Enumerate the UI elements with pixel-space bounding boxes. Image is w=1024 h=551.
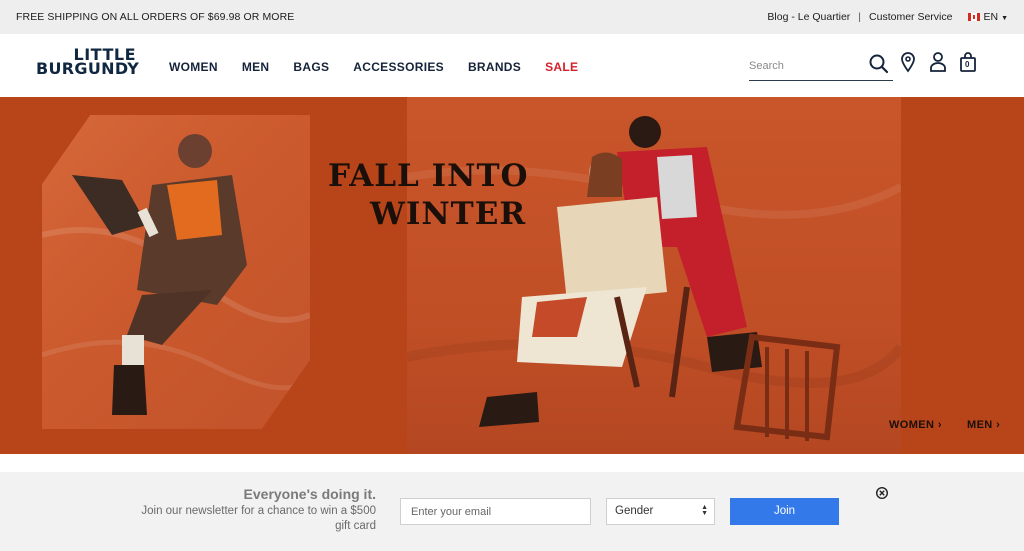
male-model-illustration bbox=[42, 134, 310, 415]
chevron-right-icon: › bbox=[996, 419, 1001, 431]
free-shipping-message: FREE SHIPPING ON ALL ORDERS OF $69.98 OR… bbox=[16, 11, 295, 23]
headline-line-2: WINTER bbox=[370, 196, 527, 232]
main-header: LITTLE BURGUNDY WOMEN MEN BAGS ACCESSORI… bbox=[0, 34, 1024, 97]
language-selector[interactable]: EN ▼ bbox=[968, 11, 1008, 23]
shop-men-label: MEN bbox=[967, 419, 993, 431]
hero-photo-right bbox=[406, 97, 906, 454]
shop-women-label: WOMEN bbox=[889, 419, 935, 431]
nav-item-brands[interactable]: BRANDS bbox=[468, 60, 521, 74]
newsletter-description: Join our newsletter for a chance to win … bbox=[141, 505, 376, 532]
nav-item-bags[interactable]: BAGS bbox=[293, 60, 329, 74]
nav-item-sale[interactable]: SALE bbox=[545, 60, 578, 74]
top-bar-separator: | bbox=[858, 11, 862, 23]
shop-women-link[interactable]: WOMEN › bbox=[889, 419, 942, 431]
hero-banner[interactable]: FALL INTO WINTER WOMEN › MEN › bbox=[0, 97, 1024, 454]
location-pin-icon[interactable] bbox=[898, 51, 918, 73]
newsletter-title: Everyone's doing it. bbox=[243, 486, 376, 502]
header-icons: 0 bbox=[898, 51, 978, 73]
nav-item-men[interactable]: MEN bbox=[242, 60, 270, 74]
newsletter-bar: Everyone's doing it. Join our newsletter… bbox=[0, 472, 1024, 551]
logo-line-2: BURGUNDY bbox=[36, 59, 140, 78]
join-button[interactable]: Join bbox=[730, 498, 839, 525]
canada-flag-icon bbox=[968, 13, 981, 22]
hero-photo-left bbox=[42, 115, 310, 429]
blog-link[interactable]: Blog - Le Quartier bbox=[767, 11, 850, 23]
cart-count: 0 bbox=[965, 60, 970, 69]
brand-logo[interactable]: LITTLE BURGUNDY bbox=[36, 47, 140, 78]
nav-item-accessories[interactable]: ACCESSORIES bbox=[353, 60, 444, 74]
nav-item-women[interactable]: WOMEN bbox=[169, 60, 218, 74]
main-nav: WOMEN MEN BAGS ACCESSORIES BRANDS SALE bbox=[169, 60, 602, 74]
customer-service-link[interactable]: Customer Service bbox=[869, 11, 952, 23]
search-icon[interactable] bbox=[869, 53, 889, 80]
gender-select-value: Gender bbox=[615, 505, 654, 517]
headline-line-1: FALL INTO bbox=[328, 158, 529, 194]
hero-headline: FALL INTO WINTER bbox=[328, 157, 529, 233]
language-label: EN bbox=[983, 11, 999, 23]
search-input[interactable] bbox=[749, 53, 859, 79]
top-bar-links: Blog - Le Quartier | Customer Service EN… bbox=[767, 11, 1008, 23]
shop-men-link[interactable]: MEN › bbox=[967, 419, 1000, 431]
gender-select[interactable]: Gender ▲ ▼ bbox=[606, 498, 715, 525]
cart-icon[interactable]: 0 bbox=[958, 51, 978, 73]
account-icon[interactable] bbox=[928, 51, 948, 73]
female-models-illustration bbox=[406, 116, 906, 441]
top-bar: FREE SHIPPING ON ALL ORDERS OF $69.98 OR… bbox=[0, 0, 1024, 34]
chevron-right-icon: › bbox=[937, 419, 942, 431]
select-arrows-icon: ▲ ▼ bbox=[701, 504, 708, 517]
search-box bbox=[749, 53, 893, 81]
newsletter-email-input[interactable] bbox=[400, 498, 591, 525]
close-icon[interactable] bbox=[875, 486, 889, 500]
chevron-down-icon: ▼ bbox=[1001, 15, 1008, 22]
